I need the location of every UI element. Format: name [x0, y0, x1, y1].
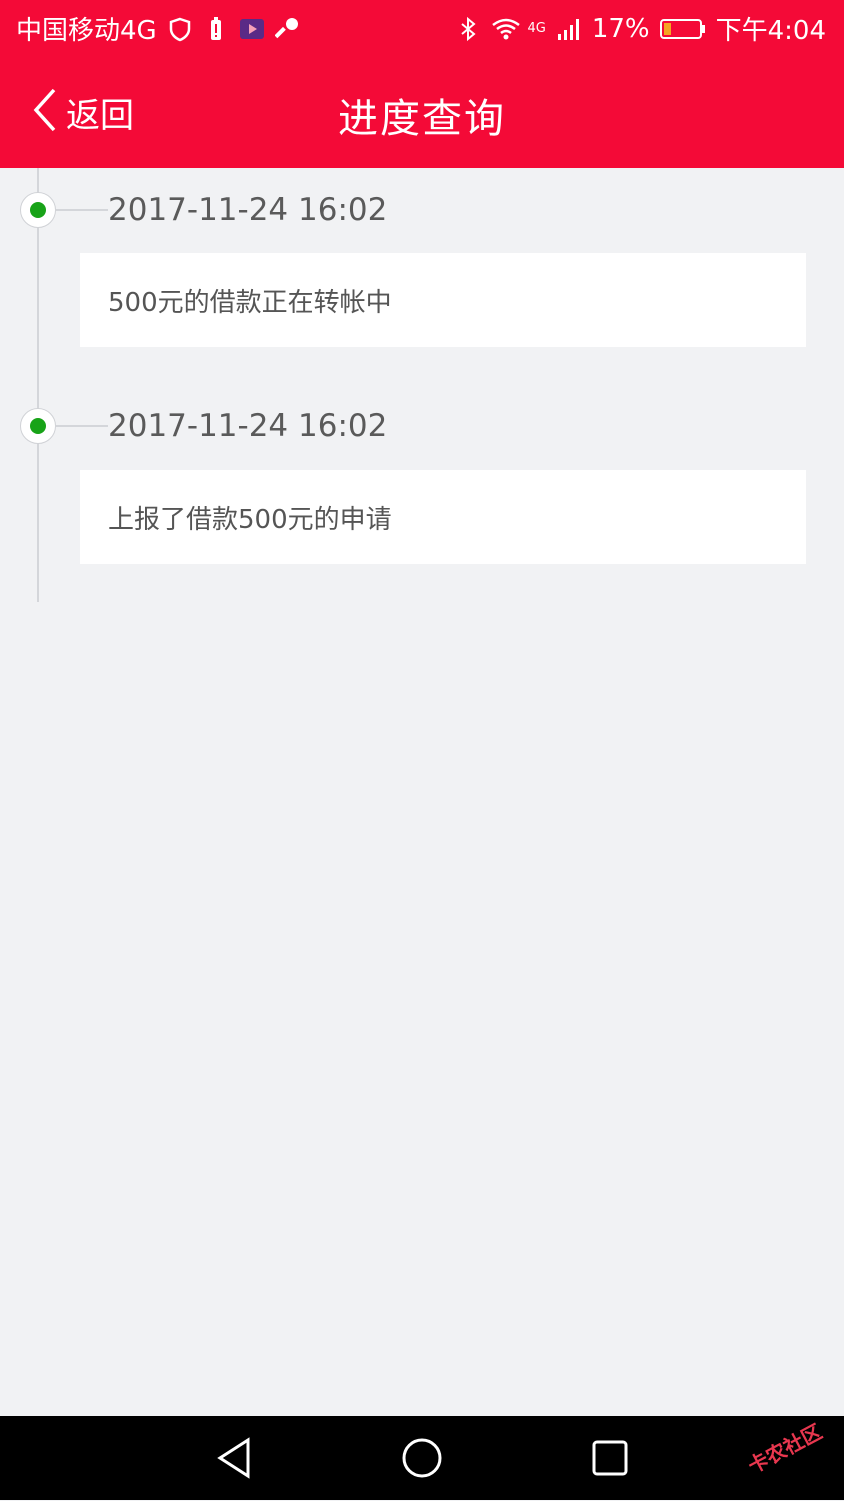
entry-card: 500元的借款正在转帐中: [80, 253, 806, 347]
entry-text: 500元的借款正在转帐中: [108, 287, 392, 318]
entry-datetime: 2017-11-24 16:02: [108, 192, 388, 228]
battery-alert-icon: [203, 16, 229, 42]
network-type-label: 4G: [527, 21, 546, 36]
timeline-connector: [56, 209, 108, 211]
app-header: 返回 进度查询: [0, 56, 844, 168]
bluetooth-icon: [455, 16, 481, 42]
battery-icon: [659, 16, 706, 42]
home-circle-icon[interactable]: [398, 1434, 446, 1482]
shield-icon: [167, 16, 193, 42]
timeline-connector: [56, 425, 108, 427]
clock-label: 下午4:04: [715, 16, 826, 46]
system-nav-bar: [0, 1416, 844, 1500]
timeline-dot: [20, 408, 56, 444]
carrier-label: 中国移动4G: [16, 16, 157, 46]
page-title: 进度查询: [338, 96, 506, 142]
video-app-icon: [239, 16, 265, 42]
recents-square-icon[interactable]: [586, 1434, 634, 1482]
timeline-dot: [20, 192, 56, 228]
status-bar-right: 4G 17% 下午4:04: [455, 10, 826, 47]
wifi-icon: [491, 16, 521, 42]
key-icon: [274, 16, 301, 42]
back-triangle-icon[interactable]: [210, 1434, 258, 1482]
entry-datetime: 2017-11-24 16:02: [108, 408, 388, 444]
battery-percent-label: 17%: [591, 13, 650, 44]
entry-text: 上报了借款500元的申请: [108, 504, 392, 535]
status-bar: 中国移动4G 4G 17% 下午4:04: [0, 0, 844, 56]
timeline-line: [37, 168, 39, 602]
signal-icon: [556, 16, 582, 42]
entry-card: 上报了借款500元的申请: [80, 470, 806, 564]
status-bar-left: 中国移动4G: [16, 10, 301, 47]
